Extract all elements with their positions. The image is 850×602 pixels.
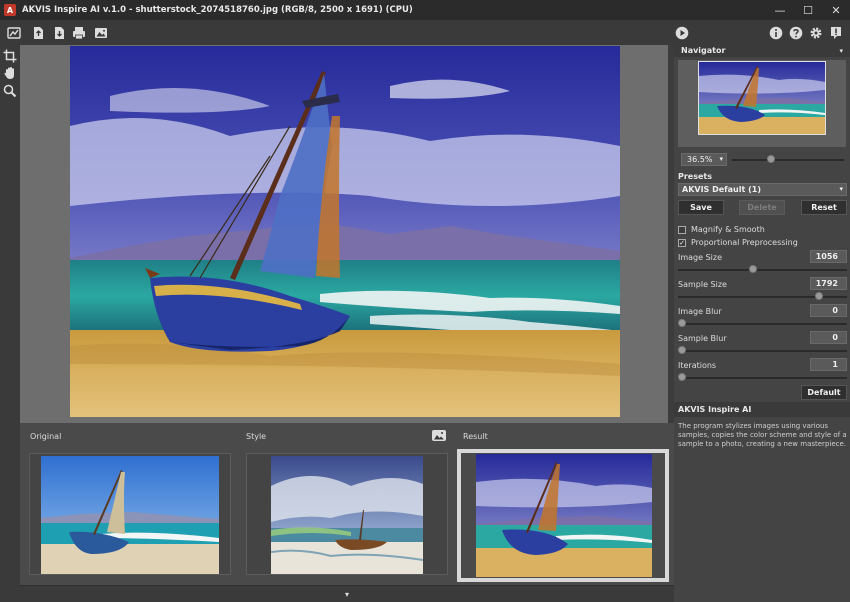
- reset-preset-button[interactable]: Reset: [801, 200, 847, 215]
- image-blur-slider-handle[interactable]: [678, 319, 686, 327]
- proportional-preprocessing-checkbox[interactable]: ✓: [678, 238, 686, 247]
- app-logo-icon: A: [4, 4, 16, 16]
- thumbnails-panel: Original Style Result: [20, 423, 674, 585]
- image-blur-value[interactable]: 0: [810, 304, 847, 317]
- image-icon: [434, 432, 444, 440]
- style-thumbnail[interactable]: [246, 453, 448, 575]
- zoom-field[interactable]: 36.5% ▾: [681, 153, 727, 166]
- style-label: Style: [246, 432, 267, 441]
- toolbar: [0, 20, 850, 45]
- sample-blur-label: Sample Blur: [678, 334, 727, 343]
- image-blur-label: Image Blur: [678, 307, 722, 316]
- info-icon[interactable]: [768, 25, 784, 41]
- iterations-slider-handle[interactable]: [678, 373, 686, 381]
- original-label: Original: [30, 432, 62, 441]
- open-file-icon[interactable]: [30, 25, 46, 41]
- sample-size-slider-handle[interactable]: [815, 292, 823, 300]
- sample-size-label: Sample Size: [678, 280, 727, 289]
- default-button[interactable]: Default: [801, 385, 847, 400]
- run-icon[interactable]: [674, 25, 690, 41]
- save-file-icon[interactable]: [51, 25, 67, 41]
- home-icon[interactable]: [6, 25, 22, 41]
- proportional-preprocessing-option[interactable]: ✓ Proportional Preprocessing: [678, 238, 798, 247]
- image-blur-slider-track[interactable]: [678, 323, 847, 325]
- load-style-image-button[interactable]: [432, 430, 446, 441]
- help-icon[interactable]: [788, 25, 804, 41]
- result-thumbnail[interactable]: [457, 449, 669, 582]
- info-description: The program stylizes images using variou…: [678, 422, 847, 448]
- collapse-panel-toggle[interactable]: ▾: [20, 585, 674, 602]
- settings-icon[interactable]: [808, 25, 824, 41]
- image-icon[interactable]: [93, 25, 109, 41]
- iterations-value[interactable]: 1: [810, 358, 847, 371]
- print-icon[interactable]: [71, 25, 87, 41]
- magnify-smooth-option[interactable]: Magnify & Smooth: [678, 225, 765, 234]
- zoom-slider-handle[interactable]: [767, 155, 775, 163]
- preset-dropdown[interactable]: AKVIS Default (1) ▾: [678, 183, 847, 196]
- sample-blur-slider-handle[interactable]: [678, 346, 686, 354]
- style-thumbnail-image: [271, 456, 423, 574]
- window-title: AKVIS Inspire AI v.1.0 - shutterstock_20…: [22, 5, 413, 15]
- image-size-value[interactable]: 1056: [810, 250, 847, 263]
- chevron-down-icon: ▾: [839, 185, 843, 193]
- image-size-label: Image Size: [678, 253, 723, 262]
- maximize-button[interactable]: ☐: [794, 0, 822, 20]
- proportional-preprocessing-label: Proportional Preprocessing: [691, 238, 798, 247]
- info-title: AKVIS Inspire AI: [674, 402, 850, 417]
- image-size-slider-handle[interactable]: [749, 265, 757, 273]
- crop-icon[interactable]: [3, 49, 17, 63]
- sample-blur-value[interactable]: 0: [810, 331, 847, 344]
- notifications-icon[interactable]: [828, 25, 844, 41]
- navigator-title: Navigator ▾: [674, 45, 850, 57]
- minimize-button[interactable]: —: [766, 0, 794, 20]
- image-size-slider-track[interactable]: [678, 269, 847, 271]
- save-preset-button[interactable]: Save: [678, 200, 724, 215]
- window-controls: — ☐ ✕: [766, 0, 850, 20]
- navigator-thumbnail[interactable]: [698, 61, 826, 135]
- sample-size-value[interactable]: 1792: [810, 277, 847, 290]
- zoom-icon[interactable]: [3, 84, 17, 98]
- sample-blur-slider-track[interactable]: [678, 350, 847, 352]
- iterations-slider-track[interactable]: [678, 377, 847, 379]
- delete-preset-button[interactable]: Delete: [739, 200, 785, 215]
- settings-panel: Navigator ▾ 36.5% ▾ Presets AKVIS Defaul…: [674, 45, 850, 602]
- title-bar: A AKVIS Inspire AI v.1.0 - shutterstock_…: [0, 0, 850, 20]
- iterations-label: Iterations: [678, 361, 717, 370]
- zoom-slider-track[interactable]: [732, 159, 844, 161]
- zoom-dropdown-icon[interactable]: ▾: [719, 154, 723, 165]
- tools-panel: [0, 45, 20, 602]
- original-thumbnail-image: [41, 456, 219, 574]
- presets-title: Presets: [678, 172, 713, 181]
- chevron-down-icon: ▾: [344, 589, 349, 599]
- original-thumbnail[interactable]: [29, 453, 231, 575]
- result-preview-image[interactable]: [70, 46, 620, 417]
- result-label: Result: [463, 432, 488, 441]
- navigator-preview[interactable]: [678, 60, 846, 147]
- hand-icon[interactable]: [3, 66, 17, 80]
- magnify-smooth-checkbox[interactable]: [678, 225, 686, 234]
- magnify-smooth-label: Magnify & Smooth: [691, 225, 765, 234]
- close-button[interactable]: ✕: [822, 0, 850, 20]
- navigator-collapse-icon[interactable]: ▾: [839, 45, 843, 57]
- result-thumbnail-image: [476, 454, 652, 577]
- canvas-area[interactable]: [20, 45, 668, 423]
